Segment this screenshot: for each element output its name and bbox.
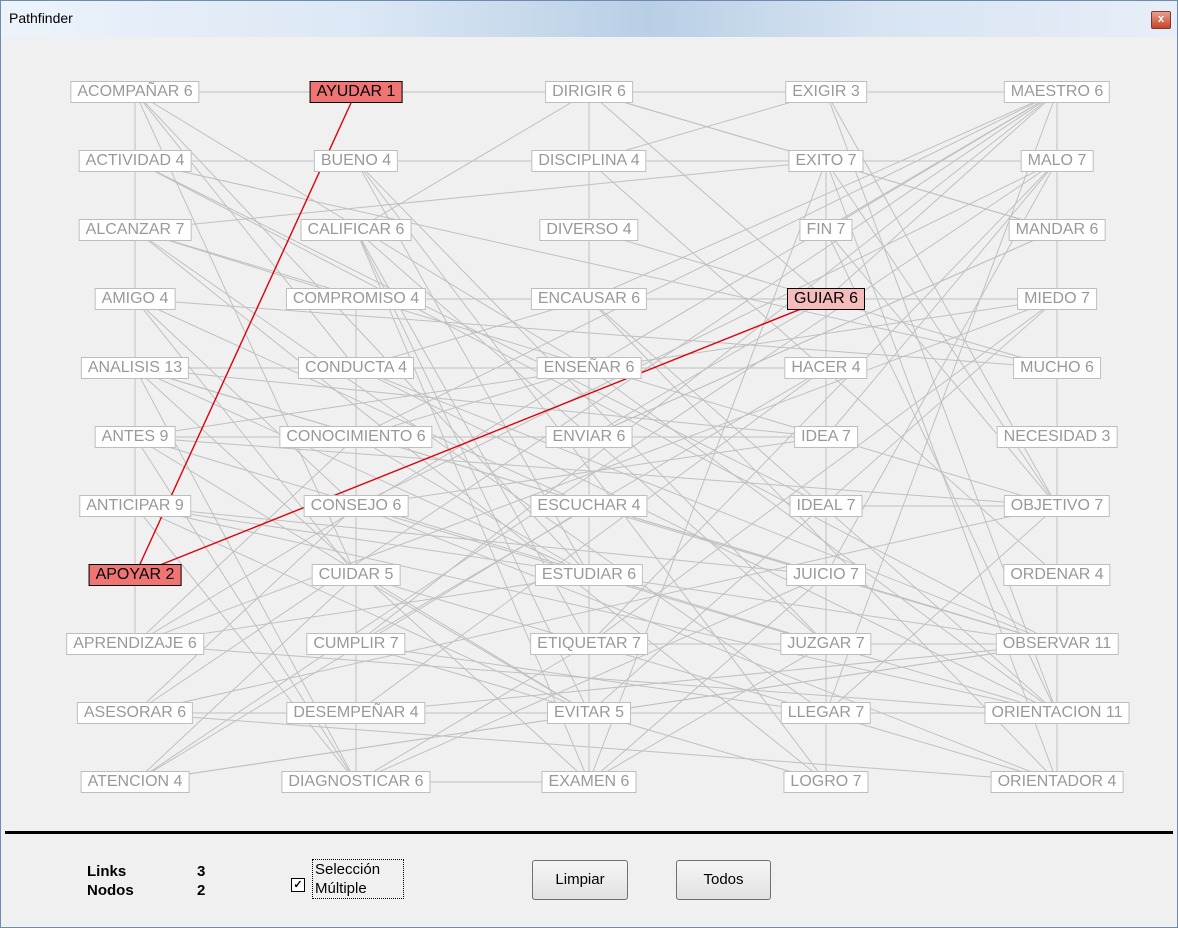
close-icon: x (1157, 13, 1165, 25)
graph-edge (134, 91, 1058, 714)
node-alcanzar-7[interactable]: ALCANZAR 7 (78, 219, 192, 241)
node-calificar-6[interactable]: CALIFICAR 6 (300, 219, 412, 241)
multi-select-label[interactable]: Selección Múltiple (312, 859, 404, 899)
node-bueno-4[interactable]: BUENO 4 (313, 150, 399, 172)
node-enseñar-6[interactable]: ENSEÑAR 6 (536, 357, 642, 379)
node-orientador-4[interactable]: ORIENTADOR 4 (990, 771, 1124, 793)
node-evitar-5[interactable]: EVITAR 5 (547, 702, 631, 724)
graph-edge (134, 367, 827, 576)
node-examen-6[interactable]: EXAMEN 6 (541, 771, 637, 793)
node-atencion-4[interactable]: ATENCION 4 (80, 771, 190, 793)
pathfinder-window: Pathfinder x ACOMPAÑAR 6 ACTIVIDAD 4 ALCAN… (0, 0, 1178, 928)
graph-edge (588, 229, 1058, 438)
network-graph: ACOMPAÑAR 6 ACTIVIDAD 4 ALCANZAR 7 AMIGO 4 A… (12, 37, 1168, 831)
node-orientacion-11[interactable]: ORIENTACION 11 (984, 702, 1130, 724)
node-juicio-7[interactable]: JUICIO 7 (786, 564, 866, 586)
clear-button[interactable]: Limpiar (532, 860, 628, 900)
close-button[interactable]: x (1151, 11, 1171, 29)
node-objetivo-7[interactable]: OBJETIVO 7 (1003, 495, 1111, 517)
node-compromiso-4[interactable]: COMPROMISO 4 (285, 288, 427, 310)
node-enviar-6[interactable]: ENVIAR 6 (545, 426, 633, 448)
graph-edge (134, 574, 357, 783)
node-idea-7[interactable]: IDEA 7 (794, 426, 858, 448)
graph-edge (588, 367, 1058, 714)
node-cumplir-7[interactable]: CUMPLIR 7 (306, 633, 406, 655)
node-analisis-13[interactable]: ANALISIS 13 (80, 357, 190, 379)
multi-select-label-line1: Selección (315, 861, 381, 878)
node-fin-7[interactable]: FIN 7 (799, 219, 853, 241)
node-juzgar-7[interactable]: JUZGAR 7 (780, 633, 872, 655)
node-ideal-7[interactable]: IDEAL 7 (789, 495, 863, 517)
node-miedo-7[interactable]: MIEDO 7 (1017, 288, 1097, 310)
links-count: 3 (197, 863, 206, 880)
node-antes-9[interactable]: ANTES 9 (94, 426, 176, 448)
check-icon: ✓ (293, 879, 303, 891)
node-disciplina-4[interactable]: DISCIPLINA 4 (531, 150, 647, 172)
links-label: Links (87, 863, 127, 880)
window-title: Pathfinder (9, 10, 73, 26)
graph-edge (134, 436, 357, 645)
node-exito-7[interactable]: EXITO 7 (788, 150, 864, 172)
multi-select-label-line2: Múltiple (315, 880, 367, 897)
graph-edge (134, 505, 827, 576)
node-maestro-6[interactable]: MAESTRO 6 (1003, 81, 1111, 103)
node-llegar-7[interactable]: LLEGAR 7 (780, 702, 872, 724)
node-asesorar-6[interactable]: ASESORAR 6 (76, 702, 194, 724)
node-diagnosticar-6[interactable]: DIAGNOSTICAR 6 (281, 771, 431, 793)
node-amigo-4[interactable]: AMIGO 4 (94, 288, 176, 310)
node-guiar-6[interactable]: GUIAR 6 (786, 288, 866, 310)
node-necesidad-3[interactable]: NECESIDAD 3 (996, 426, 1118, 448)
node-escuchar-4[interactable]: ESCUCHAR 4 (530, 495, 648, 517)
node-mandar-6[interactable]: MANDAR 6 (1008, 219, 1106, 241)
node-etiquetar-7[interactable]: ETIQUETAR 7 (530, 633, 648, 655)
select-all-button[interactable]: Todos (676, 860, 771, 900)
node-malo-7[interactable]: MALO 7 (1020, 150, 1094, 172)
checkbox-box[interactable]: ✓ (291, 878, 305, 892)
stats-panel: Links 3 Nodos 2 (87, 863, 205, 901)
node-dirigir-6[interactable]: DIRIGIR 6 (545, 81, 633, 103)
nodes-count: 2 (197, 882, 206, 899)
node-exigir-3[interactable]: EXIGIR 3 (785, 81, 867, 103)
node-ordenar-4[interactable]: ORDENAR 4 (1003, 564, 1111, 586)
node-observar-11[interactable]: OBSERVAR 11 (995, 633, 1119, 655)
node-acompañar-6[interactable]: ACOMPAÑAR 6 (70, 81, 200, 103)
separator (5, 831, 1173, 834)
title-bar[interactable]: Pathfinder x (1, 1, 1177, 37)
graph-edge (588, 160, 827, 783)
nodes-label: Nodos (87, 882, 134, 899)
node-conducta-4[interactable]: CONDUCTA 4 (298, 357, 414, 379)
graph-edge (355, 505, 1058, 714)
node-cuidar-5[interactable]: CUIDAR 5 (311, 564, 401, 586)
node-estudiar-6[interactable]: ESTUDIAR 6 (534, 564, 644, 586)
node-aprendizaje-6[interactable]: APRENDIZAJE 6 (66, 633, 204, 655)
node-hacer-4[interactable]: HACER 4 (784, 357, 868, 379)
node-actividad-4[interactable]: ACTIVIDAD 4 (78, 150, 192, 172)
graph-edge (355, 367, 827, 714)
node-consejo-6[interactable]: CONSEJO 6 (303, 495, 409, 517)
node-logro-7[interactable]: LOGRO 7 (783, 771, 869, 793)
node-desempeñar-4[interactable]: DESEMPEÑAR 4 (286, 702, 426, 724)
graph-edge (134, 505, 357, 714)
graph-edge (134, 298, 357, 507)
graph-edge (134, 160, 827, 231)
node-apoyar-2[interactable]: APOYAR 2 (88, 564, 182, 586)
node-anticipar-9[interactable]: ANTICIPAR 9 (79, 495, 191, 517)
node-conocimiento-6[interactable]: CONOCIMIENTO 6 (279, 426, 433, 448)
graph-edge (588, 91, 827, 300)
node-diverso-4[interactable]: DIVERSO 4 (539, 219, 639, 241)
node-encausar-6[interactable]: ENCAUSAR 6 (530, 288, 648, 310)
node-ayudar-1[interactable]: AYUDAR 1 (309, 81, 403, 103)
node-mucho-6[interactable]: MUCHO 6 (1013, 357, 1101, 379)
